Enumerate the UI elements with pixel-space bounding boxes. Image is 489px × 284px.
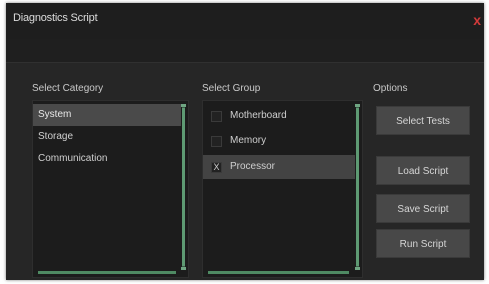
select-category-label: Select Category	[32, 83, 104, 94]
memory-checkbox[interactable]	[211, 136, 222, 147]
category-item-system[interactable]: System	[33, 104, 181, 126]
category-horizontal-scrollbar[interactable]	[38, 271, 176, 274]
title-bar[interactable]: Diagnostics Script x	[6, 3, 484, 39]
diagnostics-window: Diagnostics Script x Select Category Sel…	[6, 3, 484, 280]
scroll-thumb[interactable]	[182, 108, 185, 266]
select-tests-button[interactable]: Select Tests	[376, 106, 470, 135]
group-horizontal-scrollbar[interactable]	[208, 271, 349, 274]
group-list[interactable]: Motherboard Memory X Processor	[202, 100, 363, 278]
scroll-up-icon[interactable]	[181, 104, 186, 107]
category-item-storage[interactable]: Storage	[33, 126, 181, 148]
close-icon[interactable]: x	[473, 13, 481, 27]
group-item-processor[interactable]: X Processor	[203, 155, 355, 179]
run-script-button[interactable]: Run Script	[376, 229, 470, 258]
select-group-label: Select Group	[202, 83, 261, 94]
group-item-label: Memory	[230, 135, 267, 146]
scroll-down-icon[interactable]	[181, 267, 186, 270]
processor-checkbox[interactable]: X	[211, 162, 222, 173]
options-label: Options	[373, 83, 408, 94]
window-title: Diagnostics Script	[13, 12, 98, 24]
category-vertical-scrollbar[interactable]	[181, 104, 186, 270]
group-item-motherboard[interactable]: Motherboard	[203, 104, 355, 128]
group-item-memory[interactable]: Memory	[203, 129, 355, 153]
category-list[interactable]: System Storage Communication	[32, 100, 189, 278]
group-vertical-scrollbar[interactable]	[355, 104, 360, 270]
motherboard-checkbox[interactable]	[211, 111, 222, 122]
category-item-communication[interactable]: Communication	[33, 148, 181, 170]
load-script-button[interactable]: Load Script	[376, 156, 470, 185]
scroll-down-icon[interactable]	[355, 267, 360, 270]
group-item-label: Processor	[230, 161, 276, 172]
save-script-button[interactable]: Save Script	[376, 194, 470, 223]
scroll-up-icon[interactable]	[355, 104, 360, 107]
group-item-label: Motherboard	[230, 110, 287, 121]
toolbar-strip	[6, 39, 484, 63]
scroll-thumb[interactable]	[356, 108, 359, 266]
